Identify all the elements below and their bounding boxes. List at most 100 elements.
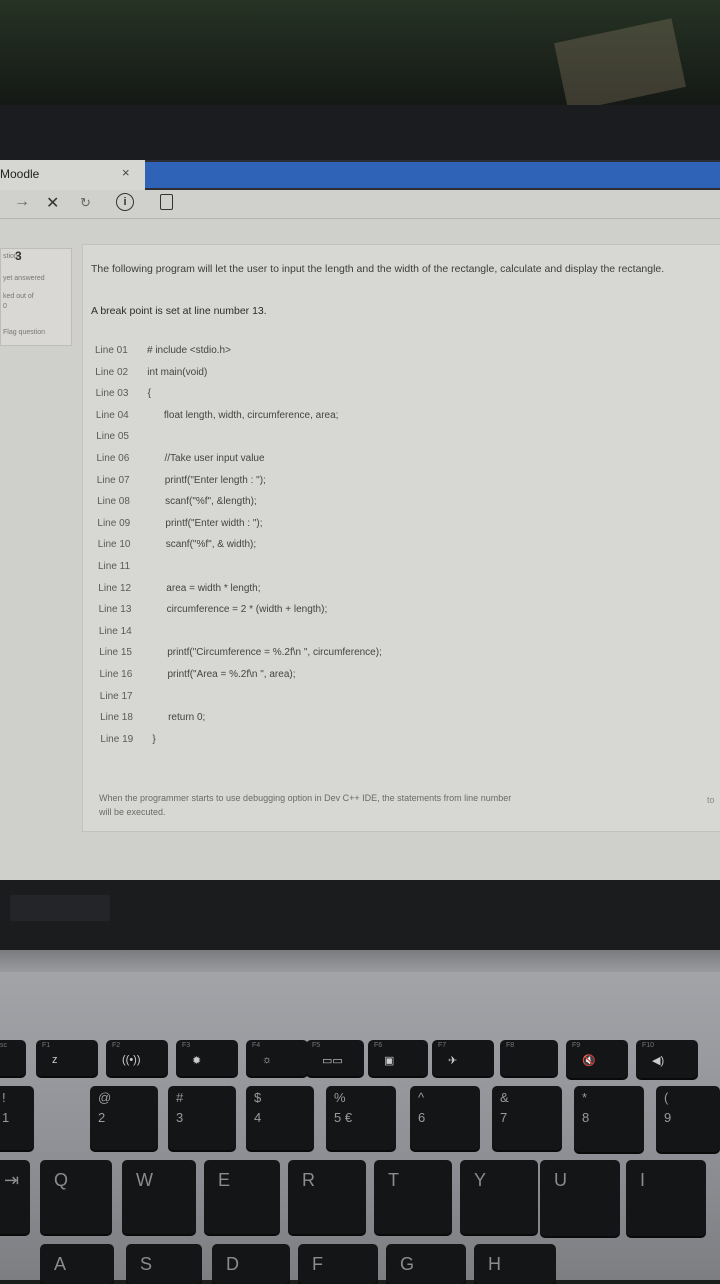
line-number: Line 08: [97, 496, 130, 508]
code-line: Line 01 # include <stdio.h>: [95, 345, 615, 359]
key-f2[interactable]: F2 ((•)): [106, 1040, 168, 1076]
browser-tab[interactable]: Moodle ×: [0, 160, 145, 190]
key-f9[interactable]: F9 🔇: [566, 1040, 628, 1078]
key-5[interactable]: % 5 €: [326, 1086, 396, 1150]
key-s[interactable]: S: [126, 1244, 202, 1284]
volume-icon: ◀): [652, 1055, 665, 1067]
close-tab-icon[interactable]: ×: [122, 165, 130, 180]
line-number: Line 17: [99, 690, 133, 702]
key-f7-label: F7: [438, 1042, 447, 1049]
code-line: Line 19}: [100, 734, 620, 748]
laptop-bezel-top: [0, 105, 720, 160]
key-f3[interactable]: F3 ✹: [176, 1040, 238, 1076]
line-code: {: [147, 388, 151, 400]
question-number: 3: [15, 249, 22, 263]
line-number: Line 09: [97, 517, 131, 529]
key-y[interactable]: Y: [460, 1160, 538, 1234]
key-a[interactable]: A: [40, 1244, 114, 1284]
key-1[interactable]: ! 1: [0, 1086, 34, 1150]
brightness-down-icon: ✹: [192, 1055, 202, 1067]
line-number: Line 11: [98, 561, 131, 572]
key-8[interactable]: * 8: [574, 1086, 644, 1152]
line-number: Line 12: [98, 582, 132, 594]
key-2-shift: @: [98, 1090, 112, 1105]
line-number: Line 02: [95, 366, 129, 378]
key-2-main: 2: [98, 1110, 106, 1125]
close-icon[interactable]: ✕: [46, 193, 59, 213]
browser-tab-bar: Moodle ×: [0, 160, 720, 190]
key-f7[interactable]: F7 ✈: [432, 1040, 494, 1076]
flag-question-link[interactable]: Flag question: [3, 329, 45, 336]
key-7-main: 7: [500, 1110, 508, 1125]
line-number: Line 05: [96, 431, 129, 443]
reload-icon[interactable]: ↻: [80, 195, 91, 211]
line-code: printf("Circumference = %.2f\n ", circum…: [167, 647, 382, 659]
forward-arrow-icon[interactable]: →: [14, 193, 30, 211]
key-9-shift: (: [664, 1090, 669, 1105]
key-6[interactable]: ^ 6: [410, 1086, 480, 1150]
sleep-icon: z: [52, 1054, 58, 1066]
key-u[interactable]: U: [540, 1160, 620, 1236]
mute-icon: 🔇: [582, 1055, 596, 1067]
line-number: Line 04: [95, 409, 129, 421]
key-f9-label: F9: [572, 1042, 581, 1049]
key-e[interactable]: E: [204, 1160, 280, 1234]
key-i[interactable]: I: [626, 1160, 706, 1236]
key-f6-label: F6: [374, 1042, 383, 1049]
key-w[interactable]: W: [122, 1160, 196, 1234]
question-info-panel: stion 3 yet answered ked out of 0 Flag q…: [0, 248, 72, 346]
code-line: Line 06 //Take user input value: [97, 453, 617, 467]
key-t[interactable]: T: [374, 1160, 452, 1234]
key-t-label: T: [388, 1170, 399, 1190]
code-line: Line 04 float length, width, circumferenc…: [96, 410, 616, 424]
key-3[interactable]: #3: [168, 1086, 236, 1150]
line-code: return 0;: [168, 712, 206, 724]
key-h-label: H: [488, 1254, 501, 1274]
key-f10-label: F10: [642, 1042, 655, 1049]
key-9[interactable]: (9: [656, 1086, 720, 1152]
line-number: Line 13: [98, 604, 132, 616]
key-d[interactable]: D: [212, 1244, 290, 1284]
code-line: Line 15 printf("Circumference = %.2f\n ",…: [99, 647, 619, 661]
key-f5[interactable]: F5 ▭▭: [306, 1040, 364, 1076]
line-number: Line 07: [96, 474, 130, 486]
breakpoint-note: A break point is set at line number 13.: [91, 305, 267, 317]
key-g[interactable]: G: [386, 1244, 466, 1284]
code-line: Line 10 scanf("%f", & width);: [98, 539, 618, 553]
question-status: yet answered: [3, 275, 45, 282]
key-tab[interactable]: ⇥: [0, 1160, 30, 1234]
key-4[interactable]: $4: [246, 1086, 314, 1150]
key-f8[interactable]: F8: [500, 1040, 558, 1076]
browser-nav-bar: → ✕ ↻: [0, 190, 720, 219]
code-line: Line 17: [100, 691, 620, 705]
key-3-main: 3: [176, 1110, 184, 1125]
key-q[interactable]: Q: [40, 1160, 112, 1234]
key-f6[interactable]: F6 ▣: [368, 1040, 428, 1076]
key-g-label: G: [400, 1254, 415, 1274]
key-f10[interactable]: F10 ◀): [636, 1040, 698, 1078]
key-s-label: S: [140, 1254, 153, 1274]
key-4-main: 4: [254, 1110, 262, 1125]
page-icon[interactable]: [160, 194, 173, 210]
code-line: Line 05: [96, 431, 616, 445]
display-switch-icon: ▭▭: [322, 1055, 343, 1067]
tab-icon: ⇥: [4, 1170, 20, 1190]
key-7[interactable]: & 7: [492, 1086, 562, 1150]
key-esc[interactable]: sc: [0, 1040, 26, 1076]
line-code: //Take user input value: [164, 453, 265, 464]
key-f[interactable]: F: [298, 1244, 378, 1284]
line-number: Line 18: [100, 712, 133, 724]
key-1-main: 1: [2, 1110, 10, 1125]
key-1-shift: !: [2, 1090, 6, 1105]
key-h[interactable]: H: [474, 1244, 556, 1284]
info-icon[interactable]: i: [116, 193, 134, 211]
key-f1[interactable]: F1 z: [36, 1040, 98, 1076]
key-3-shift: #: [176, 1090, 184, 1105]
key-i-label: I: [640, 1170, 646, 1190]
key-2[interactable]: @2: [90, 1086, 158, 1150]
line-number: Line 10: [97, 539, 131, 551]
code-line: Line 08 scanf("%f", &length);: [97, 496, 617, 510]
key-f4[interactable]: F4 ☼: [246, 1040, 308, 1076]
key-r[interactable]: R: [288, 1160, 366, 1234]
key-a-label: A: [54, 1254, 67, 1274]
